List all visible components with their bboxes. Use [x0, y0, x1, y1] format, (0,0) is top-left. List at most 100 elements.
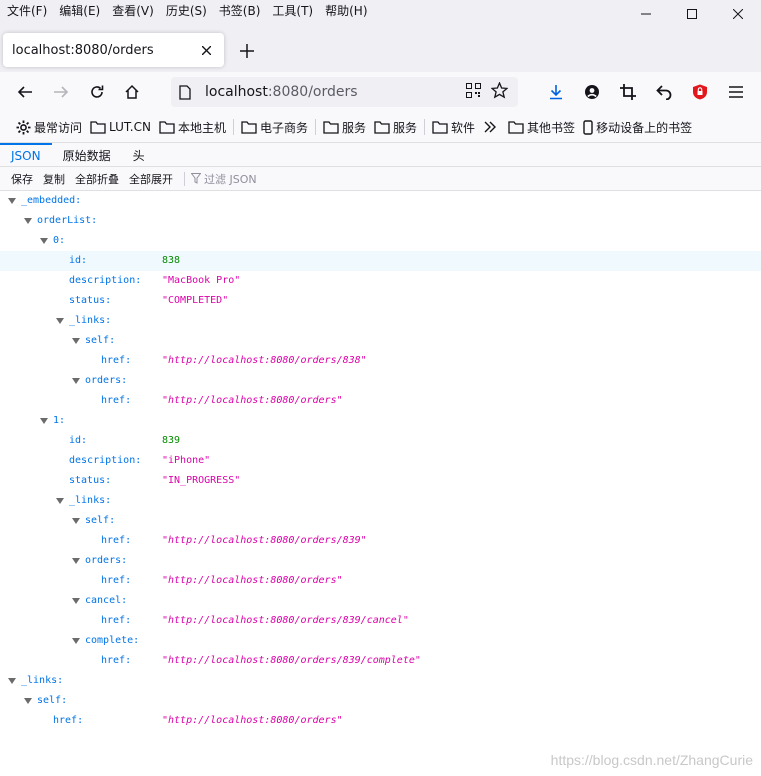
bookmark-label: 服务: [342, 120, 367, 135]
json-key: href:: [101, 395, 132, 406]
bookmark-label: 软件: [451, 120, 476, 135]
tab-close-button[interactable]: [194, 38, 218, 62]
tab-json[interactable]: JSON: [0, 143, 52, 167]
expand-toggle-icon[interactable]: [72, 518, 80, 524]
json-tree-row[interactable]: _links:: [0, 671, 761, 691]
bookmark-folder-ecommerce[interactable]: 电子商务: [237, 115, 312, 139]
menu-history[interactable]: 历史(S): [166, 2, 207, 19]
json-tree-row: href: "http://localhost:8080/orders/839/c…: [0, 611, 761, 631]
bookmarks-overflow-button[interactable]: [479, 115, 504, 139]
json-tree-row[interactable]: orderList:: [0, 211, 761, 231]
json-value: "COMPLETED": [162, 295, 229, 306]
shield-icon: [693, 84, 707, 100]
json-tree-row[interactable]: _embedded:: [0, 191, 761, 211]
filter-json-input[interactable]: 过滤 JSON: [191, 171, 257, 187]
home-icon: [125, 84, 139, 99]
json-tree-row[interactable]: orders:: [0, 551, 761, 571]
json-value: "IN_PROGRESS": [162, 475, 241, 486]
json-key: href:: [101, 655, 132, 666]
json-value: "http://localhost:8080/orders": [162, 395, 343, 406]
plus-icon: [240, 44, 254, 58]
json-tree-row[interactable]: 1:: [0, 411, 761, 431]
json-key: href:: [101, 575, 132, 586]
bookmark-label: 其他书签: [527, 120, 576, 135]
reload-icon: [91, 85, 104, 98]
forward-button[interactable]: [48, 79, 74, 105]
home-button[interactable]: [119, 79, 145, 105]
json-tree-row[interactable]: _links:: [0, 491, 761, 511]
bookmark-folder-mobile[interactable]: 移动设备上的书签: [579, 115, 696, 139]
undo-close-button[interactable]: [651, 79, 677, 105]
expand-toggle-icon[interactable]: [72, 558, 80, 564]
toolbar-separator: [184, 171, 185, 186]
expand-toggle-icon[interactable]: [72, 378, 80, 384]
json-tree-row[interactable]: self:: [0, 691, 761, 711]
tab-orders[interactable]: localhost:8080/orders: [3, 33, 224, 67]
forward-arrow-icon: [54, 86, 69, 98]
json-key: status:: [69, 295, 112, 306]
bookmark-folder-other[interactable]: 其他书签: [504, 115, 579, 139]
json-tree-row[interactable]: _links:: [0, 311, 761, 331]
close-window-button[interactable]: [715, 0, 761, 28]
bookmark-folder-lut[interactable]: LUT.CN: [86, 115, 155, 139]
folder-icon: [374, 121, 390, 134]
bookmark-star-icon[interactable]: [491, 82, 508, 99]
json-key: _embedded:: [21, 195, 82, 206]
save-button[interactable]: 保存: [6, 171, 38, 187]
json-tree-row[interactable]: orders:: [0, 371, 761, 391]
menu-view[interactable]: 查看(V): [112, 2, 154, 19]
tab-raw-data[interactable]: 原始数据: [52, 143, 122, 167]
new-tab-button[interactable]: [234, 38, 260, 64]
url-path: :8080/orders: [267, 84, 358, 100]
json-tree-row[interactable]: complete:: [0, 631, 761, 651]
bookmark-most-visited[interactable]: 最常访问: [12, 115, 86, 139]
expand-toggle-icon[interactable]: [8, 198, 16, 204]
expand-toggle-icon[interactable]: [56, 498, 64, 504]
menu-tools[interactable]: 工具(T): [272, 2, 313, 19]
json-tree-row[interactable]: cancel:: [0, 591, 761, 611]
menu-file[interactable]: 文件(F): [7, 2, 47, 19]
adblock-button[interactable]: [687, 79, 713, 105]
expand-toggle-icon[interactable]: [24, 698, 32, 704]
menu-help[interactable]: 帮助(H): [325, 2, 367, 19]
bookmark-folder-localhost[interactable]: 本地主机: [155, 115, 230, 139]
json-tree-row[interactable]: 0:: [0, 231, 761, 251]
address-bar[interactable]: localhost:8080/orders: [171, 77, 518, 107]
json-tree-row: description: "iPhone": [0, 451, 761, 471]
json-tree-row[interactable]: self:: [0, 511, 761, 531]
tab-title: localhost:8080/orders: [12, 42, 154, 58]
screenshot-button[interactable]: [615, 79, 641, 105]
back-button[interactable]: [12, 79, 38, 105]
download-icon: [550, 85, 562, 100]
filter-placeholder: 过滤 JSON: [204, 172, 257, 186]
json-value: "http://localhost:8080/orders": [162, 575, 343, 586]
expand-toggle-icon[interactable]: [8, 678, 16, 684]
json-tree-row[interactable]: self:: [0, 331, 761, 351]
tab-headers[interactable]: 头: [122, 143, 156, 167]
copy-button[interactable]: 复制: [38, 171, 70, 187]
expand-toggle-icon[interactable]: [40, 418, 48, 424]
downloads-button[interactable]: [543, 79, 569, 105]
maximize-button[interactable]: [669, 0, 715, 28]
qr-code-icon[interactable]: [466, 83, 481, 98]
menu-edit[interactable]: 编辑(E): [59, 2, 100, 19]
expand-all-button[interactable]: 全部展开: [124, 171, 178, 187]
expand-toggle-icon[interactable]: [24, 218, 32, 224]
minimize-button[interactable]: [623, 0, 669, 28]
expand-toggle-icon[interactable]: [72, 338, 80, 344]
app-menu-button[interactable]: [723, 79, 749, 105]
bookmark-folder-services-1[interactable]: 服务: [319, 115, 370, 139]
bookmark-folder-software[interactable]: 软件: [428, 115, 479, 139]
expand-toggle-icon[interactable]: [56, 318, 64, 324]
bookmark-folder-services-2[interactable]: 服务: [370, 115, 421, 139]
json-key: href:: [101, 535, 132, 546]
reload-button[interactable]: [84, 79, 110, 105]
expand-toggle-icon[interactable]: [40, 238, 48, 244]
json-tree-row: href: "http://localhost:8080/orders": [0, 391, 761, 411]
json-value: "iPhone": [162, 455, 211, 466]
expand-toggle-icon[interactable]: [72, 638, 80, 644]
menu-bookmarks[interactable]: 书签(B): [219, 2, 261, 19]
account-button[interactable]: [579, 79, 605, 105]
expand-toggle-icon[interactable]: [72, 598, 80, 604]
collapse-all-button[interactable]: 全部折叠: [70, 171, 124, 187]
